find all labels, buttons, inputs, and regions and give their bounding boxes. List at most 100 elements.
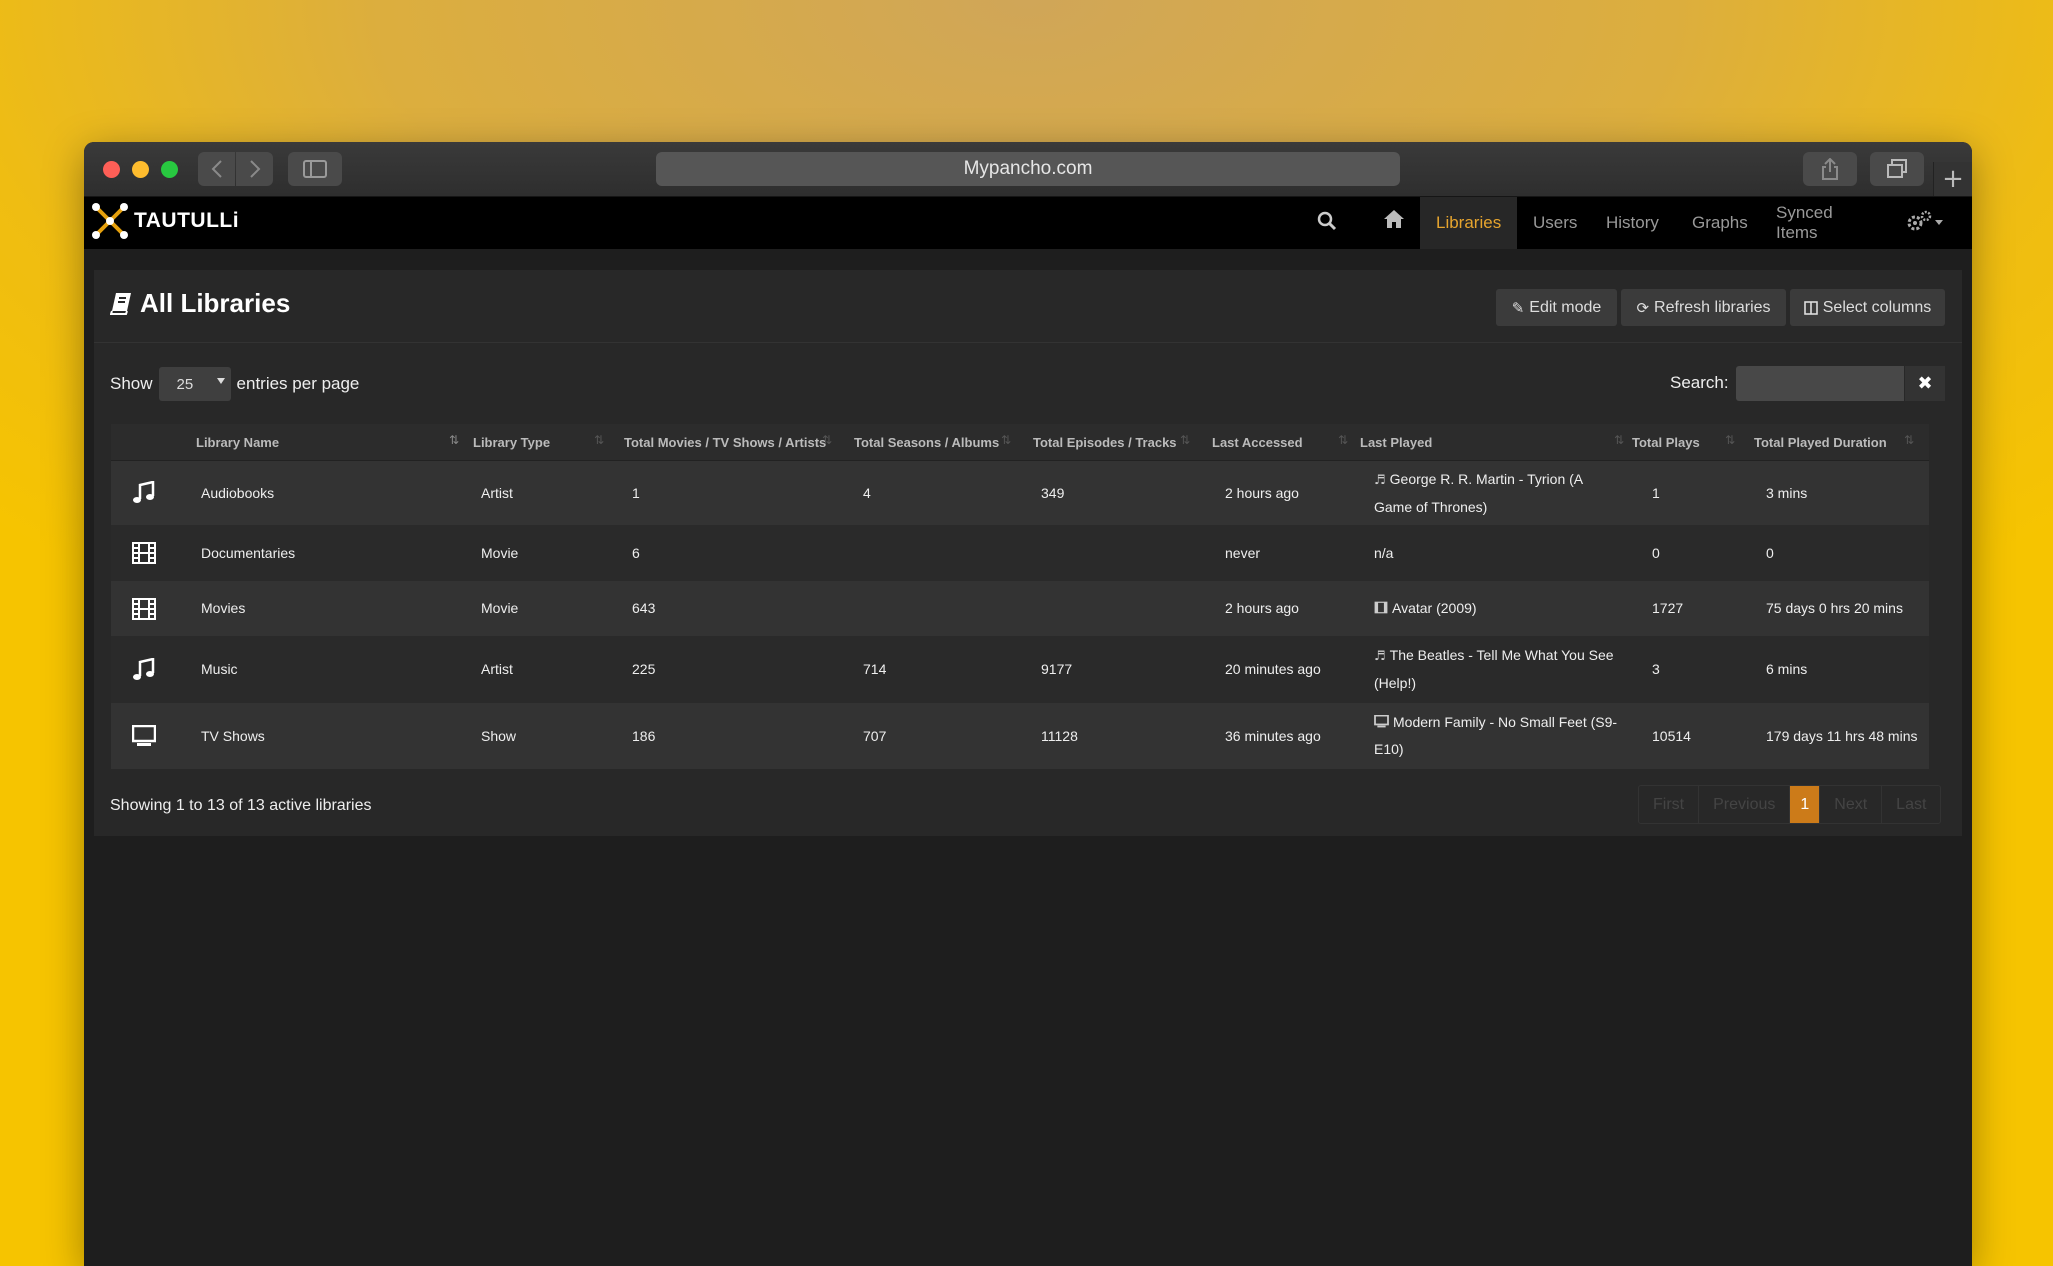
last-played: n/a xyxy=(1374,544,1394,561)
col-header-total-items[interactable]: Total Movies / TV Shows / Artists xyxy=(624,424,826,460)
sort-icon[interactable]: ⇅ xyxy=(1725,433,1739,451)
nav-home-button[interactable] xyxy=(1383,209,1405,234)
total-seasons: 707 xyxy=(863,727,887,744)
tautulli-logo-icon xyxy=(92,203,128,239)
sidebar-toggle-button[interactable] xyxy=(288,152,342,186)
tv-icon xyxy=(132,725,156,746)
sort-icon[interactable]: ⇅ xyxy=(1001,433,1015,451)
col-header-total-seasons[interactable]: Total Seasons / Albums xyxy=(854,424,999,460)
total-duration: 6 mins xyxy=(1766,661,1808,677)
total-episodes: 11128 xyxy=(1041,727,1078,744)
col-header-total-plays[interactable]: Total Plays xyxy=(1632,424,1700,460)
total-plays: 1 xyxy=(1652,484,1660,501)
sort-icon[interactable]: ⇅ xyxy=(1338,433,1352,451)
chevron-left-icon xyxy=(211,160,222,178)
last-played-link[interactable]: Modern Family - No Small Feet (S9-E10) xyxy=(1374,703,1624,769)
nav-search-button[interactable] xyxy=(1317,211,1337,236)
last-played-text: Avatar (2009) xyxy=(1392,600,1477,616)
library-name-link[interactable]: Documentaries xyxy=(201,525,295,581)
last-played-link[interactable]: ♬ George R. R. Martin - Tyrion (A Game of… xyxy=(1374,461,1624,525)
library-name-link[interactable]: Music xyxy=(201,636,238,703)
brand-logo-link[interactable]: TAUTULLi xyxy=(90,201,239,241)
tabs-overview-button[interactable] xyxy=(1870,152,1924,186)
table-row[interactable]: TV Shows Show 186 707 11128 36 minutes a… xyxy=(111,703,1929,769)
total-items: 6 xyxy=(632,544,640,561)
col-header-last-played[interactable]: Last Played xyxy=(1360,424,1432,460)
pagination-first[interactable]: First xyxy=(1639,786,1700,823)
last-played-link[interactable]: Avatar (2009) xyxy=(1374,581,1624,636)
sort-icon[interactable]: ⇅ xyxy=(594,433,608,451)
share-icon xyxy=(1822,158,1838,180)
library-type: Artist xyxy=(481,484,513,501)
entries-per-page-select[interactable]: 25 xyxy=(158,367,231,401)
forward-button[interactable] xyxy=(236,152,273,186)
settings-menu-button[interactable] xyxy=(1906,210,1944,234)
nav-synced-items[interactable]: Synced Items xyxy=(1760,197,1888,249)
sort-icon[interactable]: ⇅ xyxy=(1614,433,1628,451)
library-name-link[interactable]: Movies xyxy=(201,581,245,636)
col-header-total-episodes[interactable]: Total Episodes / Tracks xyxy=(1033,424,1177,460)
col-header-label: Total Seasons / Albums xyxy=(854,434,1000,450)
pagination-next[interactable]: Next xyxy=(1820,786,1883,823)
edit-mode-label: Edit mode xyxy=(1529,298,1602,316)
library-name-link[interactable]: TV Shows xyxy=(201,703,265,769)
entries-per-page-value: 25 xyxy=(176,375,194,393)
app-navbar: TAUTULLi Libraries Users History Graphs … xyxy=(84,197,1972,249)
col-header-total-duration[interactable]: Total Played Duration xyxy=(1754,424,1887,460)
select-columns-label: Select columns xyxy=(1822,298,1932,316)
refresh-libraries-button[interactable]: ⟳ Refresh libraries xyxy=(1621,289,1786,326)
refresh-icon: ⟳ xyxy=(1636,298,1650,317)
nav-graphs[interactable]: Graphs xyxy=(1676,197,1760,249)
table-row[interactable]: Audiobooks Artist 1 4 349 2 hours ago ♬ G… xyxy=(111,461,1929,525)
table-row[interactable]: Movies Movie 643 2 hours ago Avatar (200… xyxy=(111,581,1929,636)
edit-mode-button[interactable]: ✎ Edit mode xyxy=(1496,289,1617,326)
zoom-window-button[interactable] xyxy=(161,161,178,178)
select-columns-button[interactable]: Select columns xyxy=(1790,289,1945,326)
page-title-text: All Libraries xyxy=(140,288,291,318)
pagination-last[interactable]: Last xyxy=(1882,786,1940,823)
sort-icon[interactable]: ⇅ xyxy=(1904,433,1918,451)
nav-history[interactable]: History xyxy=(1590,197,1676,249)
search-input[interactable] xyxy=(1736,366,1904,401)
pagination-previous[interactable]: Previous xyxy=(1699,786,1791,823)
tabs-icon xyxy=(1887,159,1907,178)
sort-icon[interactable]: ⇅ xyxy=(822,433,836,451)
pagination-page-1[interactable]: 1 xyxy=(1790,786,1821,823)
panel-header: All Libraries ✎ Edit mode ⟳ Refresh libr… xyxy=(94,270,1962,343)
back-button[interactable] xyxy=(198,152,235,186)
minimize-window-button[interactable] xyxy=(132,161,149,178)
table-row[interactable]: Music Artist 225 714 9177 20 minutes ago… xyxy=(111,636,1929,703)
library-name-link[interactable]: Audiobooks xyxy=(201,461,274,525)
last-accessed: 2 hours ago xyxy=(1225,484,1299,501)
address-bar[interactable]: Mypancho.com xyxy=(656,152,1400,186)
sort-icon[interactable]: ⇅ xyxy=(1180,433,1194,451)
col-header-library-name[interactable]: Library Name xyxy=(196,424,279,460)
table-header: Library Name ⇅ Library Type ⇅ Total Movi… xyxy=(111,424,1929,461)
length-suffix: entries per page xyxy=(236,374,360,393)
search-clear-button[interactable]: ✖ xyxy=(1905,366,1945,401)
share-button[interactable] xyxy=(1803,152,1857,186)
caret-down-icon xyxy=(1935,220,1943,225)
last-played-link[interactable]: ♬ The Beatles - Tell Me What You See (Hel… xyxy=(1374,636,1624,703)
table-row[interactable]: Documentaries Movie 6 never n/a 0 0 xyxy=(111,525,1929,581)
last-accessed: 2 hours ago xyxy=(1225,600,1299,616)
browser-titlebar: Mypancho.com + xyxy=(84,142,1972,197)
sort-asc-icon[interactable]: ⇅ xyxy=(449,433,463,451)
close-window-button[interactable] xyxy=(103,161,120,178)
col-header-label: Last Accessed xyxy=(1212,434,1303,450)
nav-users[interactable]: Users xyxy=(1517,197,1589,249)
film-icon xyxy=(1374,601,1388,614)
music-icon xyxy=(133,481,155,503)
col-header-label: Total Plays xyxy=(1632,434,1700,450)
last-played-text: Modern Family - No Small Feet (S9-E10) xyxy=(1374,714,1618,757)
total-episodes: 9177 xyxy=(1041,661,1073,677)
nav-libraries[interactable]: Libraries xyxy=(1420,197,1517,249)
length-prefix: Show xyxy=(110,374,153,393)
col-header-library-type[interactable]: Library Type xyxy=(473,424,550,460)
new-tab-button[interactable]: + xyxy=(1933,162,1972,196)
columns-icon xyxy=(1803,300,1818,315)
search-icon xyxy=(1317,211,1337,231)
page-title: All Libraries xyxy=(110,288,290,319)
col-header-last-accessed[interactable]: Last Accessed xyxy=(1212,424,1303,460)
brand-name: TAUTULLi xyxy=(134,209,240,232)
